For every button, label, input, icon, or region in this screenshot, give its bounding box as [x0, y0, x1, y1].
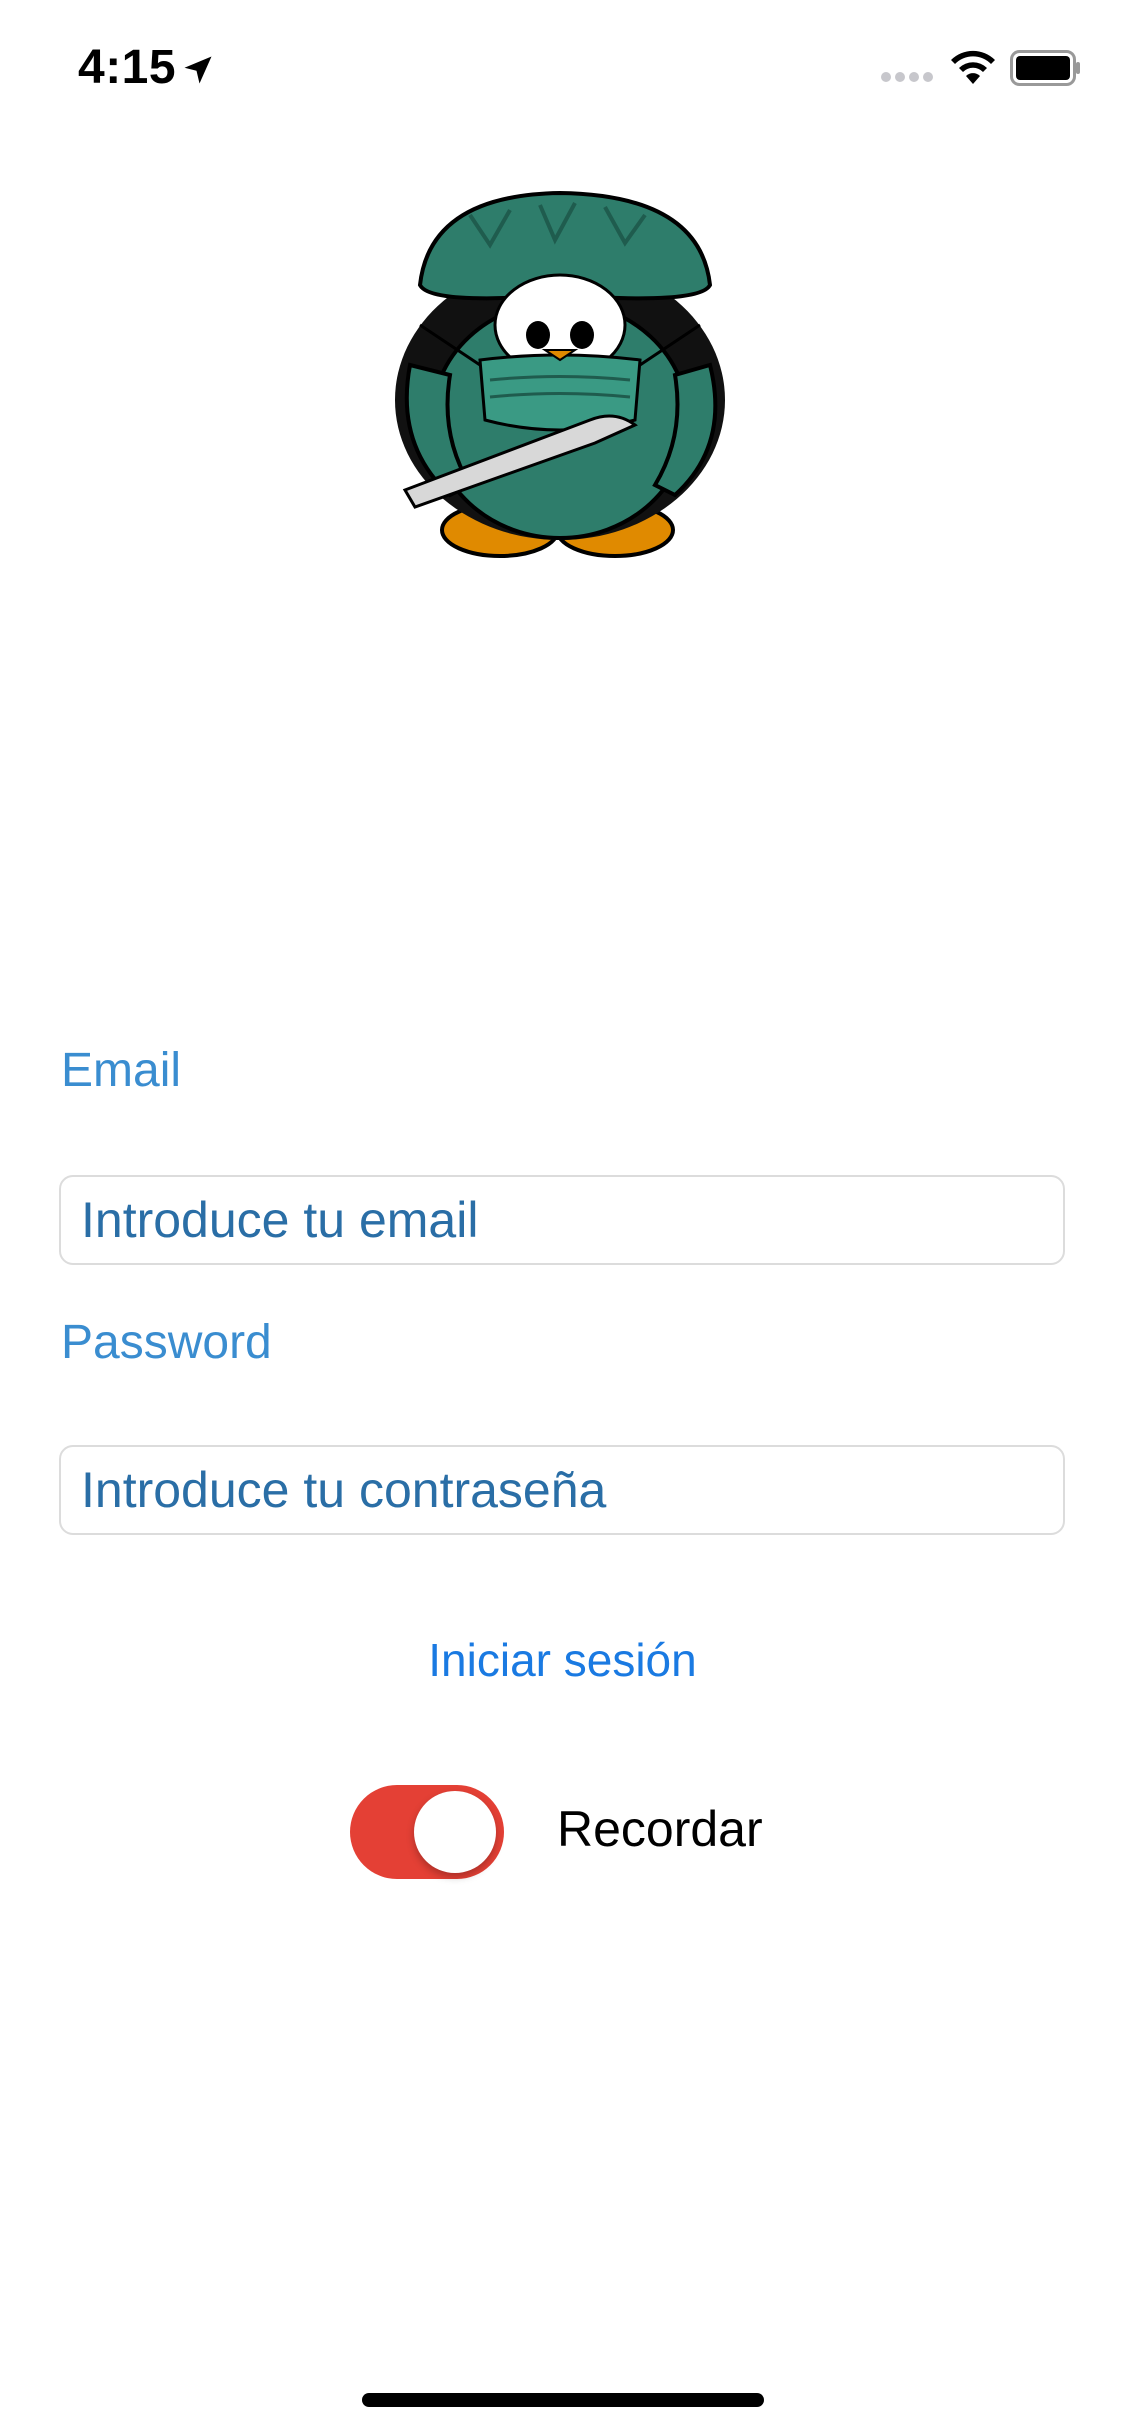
email-field[interactable]: [61, 1177, 1063, 1263]
battery-icon: [1010, 50, 1080, 86]
location-arrow-icon: [184, 56, 212, 84]
remember-label: Recordar: [557, 1801, 763, 1857]
surgeon-penguin-mascot: [395, 190, 725, 558]
toggle-knob: [414, 1791, 496, 1873]
login-button[interactable]: Iniciar sesión: [0, 1633, 1125, 1687]
signal-icon: [881, 72, 933, 82]
password-field[interactable]: [61, 1447, 1063, 1533]
remember-toggle[interactable]: [350, 1785, 504, 1879]
status-time: 4:15: [78, 41, 177, 94]
wifi-icon: [951, 50, 995, 84]
email-field-box: [59, 1175, 1065, 1265]
password-label: Password: [61, 1316, 272, 1369]
password-field-box: [59, 1445, 1065, 1535]
home-indicator[interactable]: [362, 2393, 764, 2407]
email-label: Email: [61, 1044, 182, 1097]
